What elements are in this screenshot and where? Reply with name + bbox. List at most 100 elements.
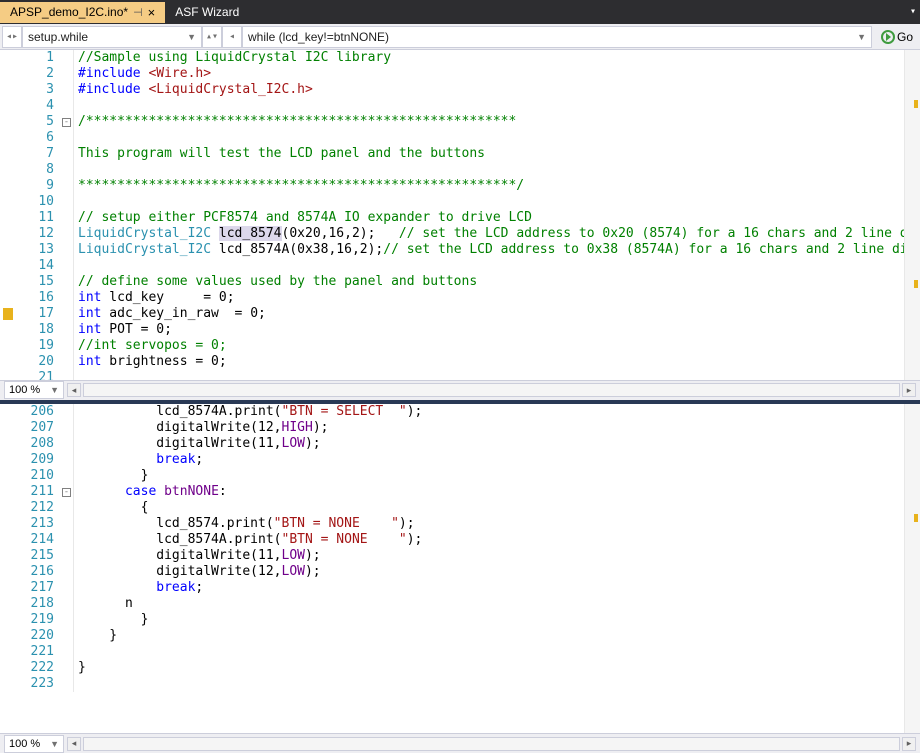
code-line[interactable]: 14	[0, 258, 920, 274]
fold-gutter[interactable]	[60, 660, 74, 676]
fold-gutter[interactable]	[60, 50, 74, 66]
code-text[interactable]: // setup either PCF8574 and 8574A IO exp…	[74, 210, 532, 226]
fold-gutter[interactable]	[60, 178, 74, 194]
fold-gutter[interactable]	[60, 66, 74, 82]
code-text[interactable]: LiquidCrystal_I2C lcd_8574(0x20,16,2); /…	[74, 226, 920, 242]
code-line[interactable]: 8	[0, 162, 920, 178]
code-line[interactable]: 2#include <Wire.h>	[0, 66, 920, 82]
fold-gutter[interactable]	[60, 338, 74, 354]
member-dropdown[interactable]: while (lcd_key!=btnNONE) ▼	[242, 26, 872, 48]
code-text[interactable]	[74, 370, 78, 380]
code-line[interactable]: 13LiquidCrystal_I2C lcd_8574A(0x38,16,2)…	[0, 242, 920, 258]
code-line[interactable]: 7This program will test the LCD panel an…	[0, 146, 920, 162]
code-text[interactable]: break;	[74, 452, 203, 468]
code-line[interactable]: 222}	[0, 660, 422, 676]
code-text[interactable]	[74, 258, 78, 274]
fold-gutter[interactable]	[60, 290, 74, 306]
scroll-right-icon[interactable]: ▸	[902, 383, 916, 397]
fold-gutter[interactable]	[60, 98, 74, 114]
nav-mark-icon[interactable]: ◂	[222, 26, 242, 48]
tab-asf-wizard[interactable]: ASF Wizard	[165, 2, 249, 22]
tab-overflow-icon[interactable]: ▾	[910, 6, 916, 18]
nav-back-icon[interactable]: ◂▸	[2, 26, 22, 48]
tab-file-active[interactable]: APSP_demo_I2C.ino* ⊣ ×	[0, 2, 165, 23]
code-text[interactable]: int adc_key_in_raw = 0;	[74, 306, 266, 322]
ruler-mark[interactable]	[914, 280, 918, 288]
fold-gutter[interactable]	[60, 516, 74, 532]
code-line[interactable]: 16int lcd_key = 0;	[0, 290, 920, 306]
code-line[interactable]: 209 break;	[0, 452, 422, 468]
scroll-left-icon[interactable]: ◂	[67, 383, 81, 397]
fold-gutter[interactable]	[60, 322, 74, 338]
code-line[interactable]: 15// define some values used by the pane…	[0, 274, 920, 290]
fold-gutter[interactable]	[60, 452, 74, 468]
code-text[interactable]: ****************************************…	[74, 178, 524, 194]
fold-gutter[interactable]	[60, 612, 74, 628]
zoom-dropdown[interactable]: 100 % ▼	[4, 381, 64, 399]
fold-gutter[interactable]	[60, 596, 74, 612]
overview-ruler[interactable]	[904, 50, 920, 380]
code-text[interactable]	[74, 194, 78, 210]
fold-toggle-icon[interactable]: -	[62, 118, 71, 127]
code-text[interactable]: }	[74, 612, 148, 628]
code-text[interactable]: lcd_8574A.print("BTN = NONE ");	[74, 532, 422, 548]
scroll-left-icon[interactable]: ◂	[67, 737, 81, 751]
fold-gutter[interactable]	[60, 676, 74, 692]
code-text[interactable]: /***************************************…	[74, 114, 516, 130]
code-line[interactable]: 1//Sample using LiquidCrystal I2C librar…	[0, 50, 920, 66]
code-line[interactable]: 20int brightness = 0;	[0, 354, 920, 370]
code-line[interactable]: 210 }	[0, 468, 422, 484]
code-text[interactable]: #include <Wire.h>	[74, 66, 211, 82]
code-line[interactable]: 9***************************************…	[0, 178, 920, 194]
code-text[interactable]: int lcd_key = 0;	[74, 290, 235, 306]
code-text[interactable]: int brightness = 0;	[74, 354, 227, 370]
close-icon[interactable]: ×	[148, 5, 156, 20]
fold-gutter[interactable]	[60, 258, 74, 274]
ruler-mark[interactable]	[914, 100, 918, 108]
fold-gutter[interactable]	[60, 532, 74, 548]
code-text[interactable]: digitalWrite(11,LOW);	[74, 548, 321, 564]
code-area-bottom[interactable]: 206 lcd_8574A.print("BTN = SELECT ");207…	[0, 404, 920, 734]
code-text[interactable]	[74, 130, 78, 146]
code-text[interactable]: digitalWrite(12,LOW);	[74, 564, 321, 580]
fold-gutter[interactable]	[60, 644, 74, 660]
fold-gutter[interactable]	[60, 468, 74, 484]
fold-gutter[interactable]	[60, 564, 74, 580]
code-line[interactable]: 208 digitalWrite(11,LOW);	[0, 436, 422, 452]
code-line[interactable]: 207 digitalWrite(12,HIGH);	[0, 420, 422, 436]
code-line[interactable]: 11// setup either PCF8574 and 8574A IO e…	[0, 210, 920, 226]
pin-icon[interactable]: ⊣	[133, 6, 143, 19]
ruler-mark[interactable]	[914, 514, 918, 522]
fold-toggle-icon[interactable]: -	[62, 488, 71, 497]
code-line[interactable]: 10	[0, 194, 920, 210]
code-area-top[interactable]: 1//Sample using LiquidCrystal I2C librar…	[0, 50, 920, 380]
code-line[interactable]: 6	[0, 130, 920, 146]
code-line[interactable]: 17int adc_key_in_raw = 0;	[0, 306, 920, 322]
code-text[interactable]: digitalWrite(11,LOW);	[74, 436, 321, 452]
code-text[interactable]: //int servopos = 0;	[74, 338, 227, 354]
code-line[interactable]: 221	[0, 644, 422, 660]
code-line[interactable]: 215 digitalWrite(11,LOW);	[0, 548, 422, 564]
code-line[interactable]: 19//int servopos = 0;	[0, 338, 920, 354]
fold-gutter[interactable]	[60, 354, 74, 370]
fold-gutter[interactable]	[60, 194, 74, 210]
code-text[interactable]: digitalWrite(12,HIGH);	[74, 420, 328, 436]
fold-gutter[interactable]	[60, 420, 74, 436]
code-line[interactable]: 213 lcd_8574.print("BTN = NONE ");	[0, 516, 422, 532]
code-line[interactable]: 218 n	[0, 596, 422, 612]
code-text[interactable]	[74, 98, 78, 114]
code-lines-bottom[interactable]: 206 lcd_8574A.print("BTN = SELECT ");207…	[0, 404, 422, 734]
code-text[interactable]: break;	[74, 580, 203, 596]
code-line[interactable]: 5-/*************************************…	[0, 114, 920, 130]
code-text[interactable]	[74, 644, 78, 660]
code-line[interactable]: 212 {	[0, 500, 422, 516]
code-text[interactable]: }	[74, 468, 148, 484]
fold-gutter[interactable]	[60, 130, 74, 146]
code-text[interactable]: n	[74, 596, 133, 612]
code-line[interactable]: 21	[0, 370, 920, 380]
code-text[interactable]: // define some values used by the panel …	[74, 274, 477, 290]
code-text[interactable]: lcd_8574A.print("BTN = SELECT ");	[74, 404, 422, 420]
fold-gutter[interactable]: -	[60, 484, 74, 500]
fold-gutter[interactable]	[60, 306, 74, 322]
code-line[interactable]: 216 digitalWrite(12,LOW);	[0, 564, 422, 580]
